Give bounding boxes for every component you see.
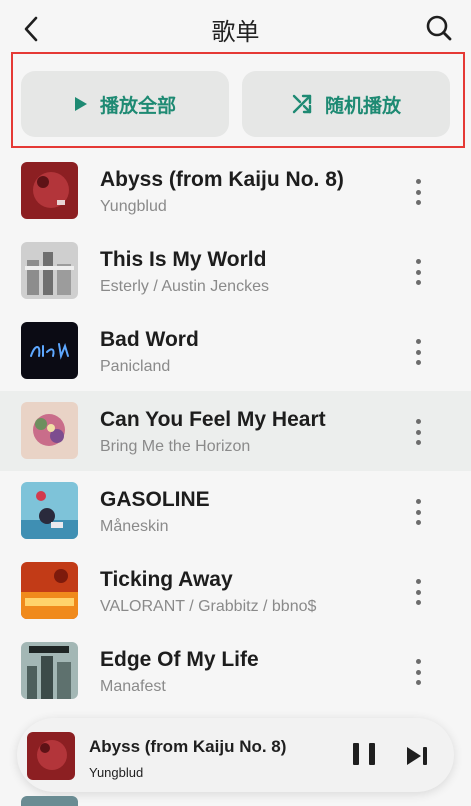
song-artist: Panicland [100,358,171,375]
highlight-frame [11,52,465,148]
album-cover [21,796,78,806]
album-cover [21,642,78,699]
playlist-screen: 歌单 播放全部 随机播放 Abyss (from Kaiju No. 8) Yu… [0,0,471,806]
song-row[interactable]: Ticking Away VALORANT / Grabbitz / bbno$ [0,551,471,631]
more-options-icon[interactable] [408,179,428,205]
now-playing-title: Abyss (from Kaiju No. 8) [89,737,287,756]
more-options-icon[interactable] [408,419,428,445]
song-title: This Is My World [100,248,267,271]
song-row[interactable]: Can You Feel My Heart Bring Me the Horiz… [0,391,471,471]
song-list: Abyss (from Kaiju No. 8) Yungblud This I… [0,151,471,711]
song-row[interactable]: This Is My World Esterly / Austin Jencke… [0,231,471,311]
song-row[interactable]: GASOLINE Måneskin [0,471,471,551]
more-options-icon[interactable] [408,339,428,365]
now-playing-artist: Yungblud [89,765,144,780]
more-options-icon[interactable] [408,499,428,525]
pause-icon[interactable] [353,743,375,767]
page-title: 歌单 [211,18,260,46]
song-artist: Esterly / Austin Jenckes [100,278,269,295]
now-playing-cover [27,732,75,780]
song-title: Ticking Away [100,568,233,591]
song-title: Can You Feel My Heart [100,408,326,431]
song-artist: VALORANT / Grabbitz / bbno$ [100,598,317,615]
top-bar: 歌单 [0,0,471,56]
mini-player[interactable]: Abyss (from Kaiju No. 8) Yungblud [17,718,454,792]
album-cover [21,162,78,219]
more-options-icon[interactable] [408,579,428,605]
album-cover [21,562,78,619]
search-icon [426,15,452,41]
song-title: Edge Of My Life [100,648,259,671]
song-title: Bad Word [100,328,199,351]
song-artist: Måneskin [100,518,169,535]
album-cover [21,402,78,459]
search-button[interactable] [423,12,455,44]
song-title: Abyss (from Kaiju No. 8) [100,168,344,191]
album-cover [21,322,78,379]
album-cover [21,482,78,539]
song-artist: Manafest [100,678,166,695]
song-artist: Yungblud [100,198,167,215]
skip-next-icon[interactable] [405,745,429,767]
more-options-icon[interactable] [408,659,428,685]
album-cover [21,242,78,299]
song-row[interactable]: Abyss (from Kaiju No. 8) Yungblud [0,151,471,231]
more-options-icon[interactable] [408,259,428,285]
song-artist: Bring Me the Horizon [100,438,251,455]
song-row[interactable]: Edge Of My Life Manafest [0,631,471,711]
song-row[interactable]: Bad Word Panicland [0,311,471,391]
song-title: GASOLINE [100,488,210,511]
